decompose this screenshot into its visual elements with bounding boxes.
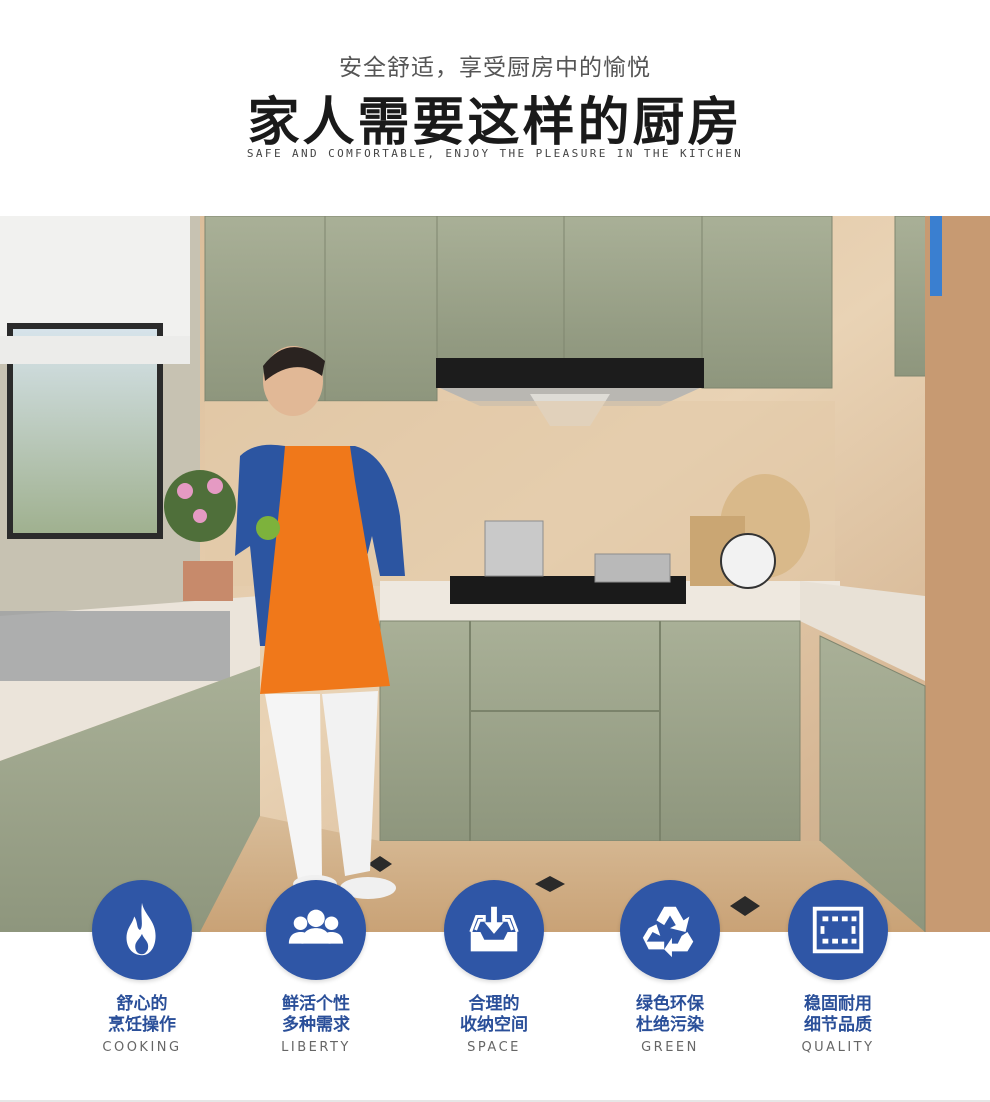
- feature-line2: 多种需求: [282, 1015, 350, 1035]
- feature-en: GREEN: [641, 1040, 699, 1055]
- recycle-icon: [620, 880, 720, 980]
- feature-title: 舒心的 烹饪操作: [67, 994, 217, 1036]
- feature-line1: 鲜活个性: [282, 994, 350, 1014]
- feature-line2: 烹饪操作: [108, 1015, 176, 1035]
- people-icon: [266, 880, 366, 980]
- feature-quality: 稳固耐用 细节品质 QUALITY: [763, 880, 913, 1055]
- feature-line2: 收纳空间: [460, 1015, 528, 1035]
- feature-title: 绿色环保 杜绝污染: [595, 994, 745, 1036]
- feature-line1: 舒心的: [116, 994, 168, 1014]
- feature-line1: 稳固耐用: [804, 994, 872, 1014]
- feature-line1: 合理的: [468, 994, 520, 1014]
- feature-title: 合理的 收纳空间: [419, 994, 569, 1036]
- feature-liberty: 鲜活个性 多种需求 LIBERTY: [241, 880, 391, 1055]
- feature-title: 稳固耐用 细节品质: [763, 994, 913, 1036]
- feature-cooking: 舒心的 烹饪操作 COOKING: [67, 880, 217, 1055]
- feature-line1: 绿色环保: [636, 994, 704, 1014]
- feature-en: QUALITY: [801, 1040, 875, 1055]
- kitchen-photo: [0, 216, 990, 932]
- feature-green: 绿色环保 杜绝污染 GREEN: [595, 880, 745, 1055]
- storage-tray-icon: [444, 880, 544, 980]
- feature-line2: 细节品质: [804, 1015, 872, 1035]
- features-row: 舒心的 烹饪操作 COOKING 鲜活个性 多种需求 LIBERTY 合理的 收…: [0, 880, 990, 1102]
- flame-icon: [92, 880, 192, 980]
- film-strip-icon: [788, 880, 888, 980]
- feature-en: LIBERTY: [281, 1040, 351, 1055]
- feature-space: 合理的 收纳空间 SPACE: [419, 880, 569, 1055]
- header-title: 家人需要这样的厨房: [247, 93, 743, 153]
- header-english: SAFE AND COMFORTABLE, ENJOY THE PLEASURE…: [246, 147, 744, 160]
- header: 安全舒适，享受厨房中的愉悦 家人需要这样的厨房 SAFE AND COMFORT…: [0, 0, 990, 216]
- header-subtitle: 安全舒适，享受厨房中的愉悦: [339, 55, 651, 81]
- feature-title: 鲜活个性 多种需求: [241, 994, 391, 1036]
- feature-line2: 杜绝污染: [636, 1015, 704, 1035]
- feature-en: COOKING: [102, 1040, 182, 1055]
- feature-en: SPACE: [467, 1040, 521, 1055]
